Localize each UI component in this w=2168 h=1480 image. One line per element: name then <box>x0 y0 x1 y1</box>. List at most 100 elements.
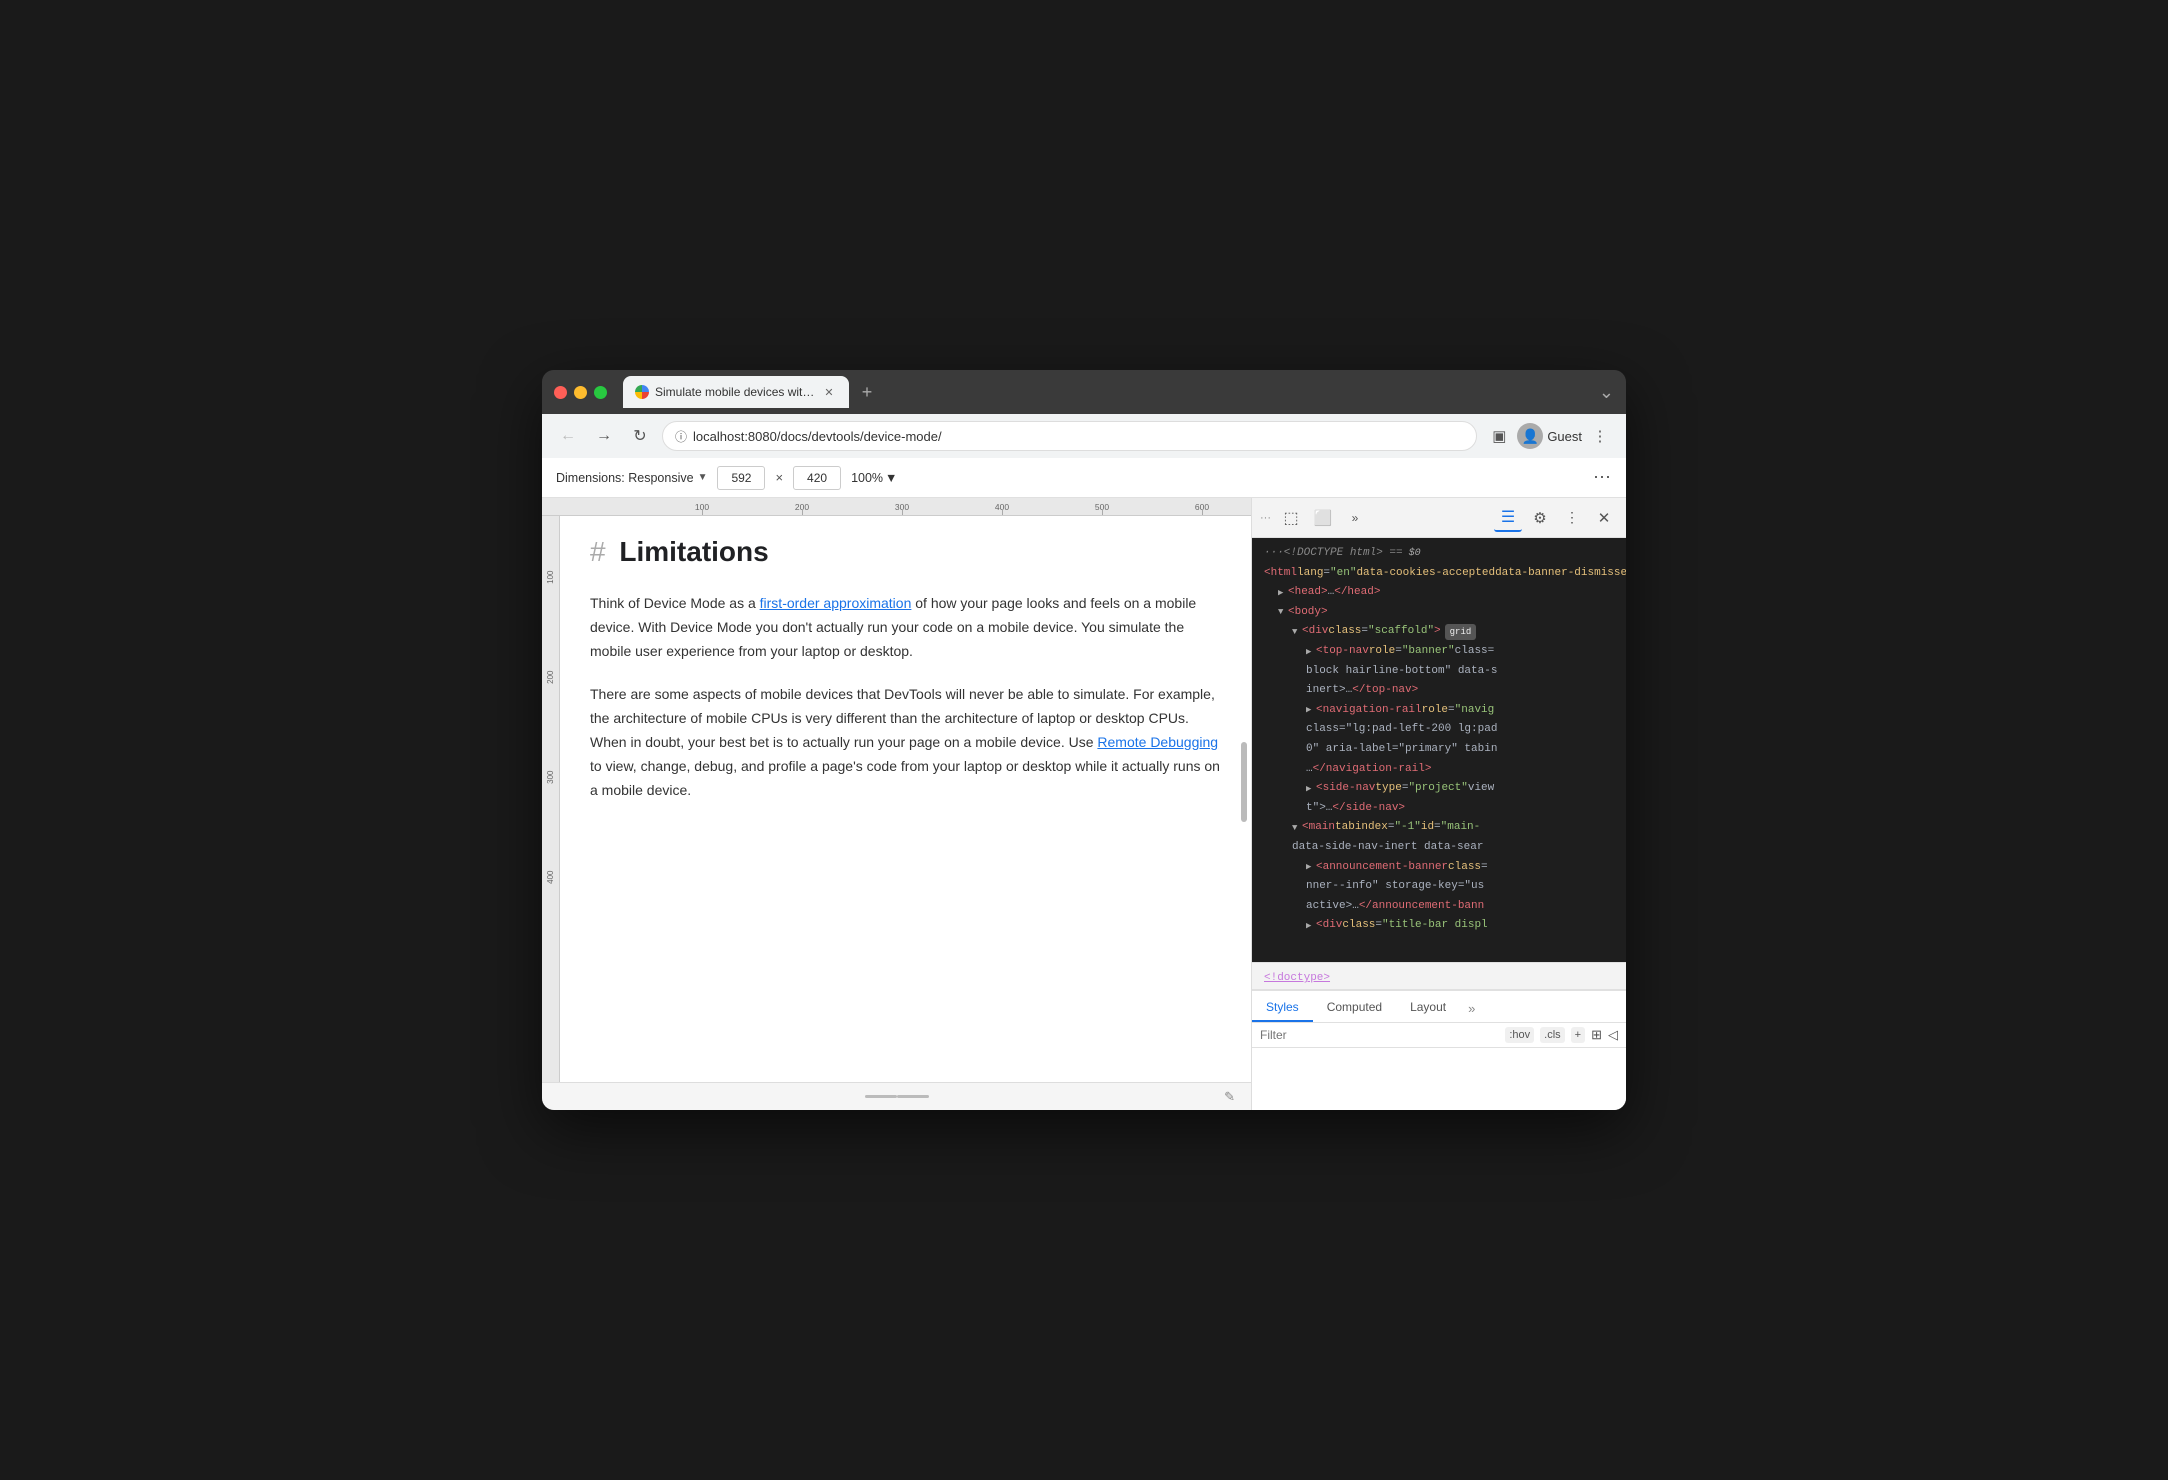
more-panels-button[interactable]: » <box>1341 504 1369 532</box>
ruler-top: 100 200 300 400 500 600 <box>542 498 1251 516</box>
elements-panel-button[interactable]: ☰ <box>1494 504 1522 532</box>
inspect-element-button[interactable]: ⬚ <box>1277 504 1305 532</box>
dimensions-label: Dimensions: Responsive ▼ <box>556 471 707 485</box>
paragraph-2: There are some aspects of mobile devices… <box>590 683 1221 802</box>
device-mode-button[interactable]: ⬜ <box>1309 504 1337 532</box>
user-avatar[interactable]: 👤 <box>1517 423 1543 449</box>
browser-window: Simulate mobile devices with D ✕ + ⌄ ← →… <box>542 370 1626 1110</box>
close-devtools-button[interactable]: ✕ <box>1590 504 1618 532</box>
code-line[interactable]: <div class = "scaffold" > grid <box>1252 622 1626 642</box>
chrome-favicon-icon <box>635 385 649 399</box>
devtools-panel: ··· ⬚ ⬜ » ☰ ⚙ ⋮ ✕ ···<!DOCTYPE html> == … <box>1251 498 1626 1110</box>
filter-icon-2[interactable]: ◁ <box>1608 1027 1618 1043</box>
expand-announcement-arrow[interactable] <box>1306 860 1316 874</box>
dimensions-text: Dimensions: Responsive <box>556 471 694 485</box>
device-toolbar: Dimensions: Responsive ▼ × 100% ▼ ⋯ <box>542 458 1626 498</box>
edit-icon[interactable]: ✎ <box>1224 1089 1235 1105</box>
address-text: localhost:8080/docs/devtools/device-mode… <box>693 429 942 444</box>
filter-plus-button[interactable]: + <box>1571 1027 1585 1043</box>
ruler-tick <box>702 509 703 515</box>
code-line[interactable]: <div class = "title-bar displ <box>1252 916 1626 936</box>
dimension-separator: × <box>775 470 783 485</box>
filter-hov-button[interactable]: :hov <box>1505 1027 1534 1043</box>
resize-handle[interactable] <box>865 1095 897 1098</box>
devtools-dots: ··· <box>1260 512 1271 524</box>
address-bar[interactable]: ⓘ localhost:8080/docs/devtools/device-mo… <box>662 421 1477 451</box>
expand-navrail-arrow[interactable] <box>1306 703 1316 717</box>
nav-right-buttons: ▣ 👤 Guest ⋮ <box>1485 422 1614 450</box>
filter-icon-1[interactable]: ⊞ <box>1591 1027 1602 1043</box>
ruler-mark-300v: 300 <box>546 771 555 784</box>
code-line[interactable]: <side-nav type = "project" view <box>1252 779 1626 799</box>
ruler-left: 100 200 300 400 <box>542 516 560 1082</box>
code-line[interactable]: <main tabindex = "-1" id = "main- <box>1252 818 1626 838</box>
styles-filter-input[interactable] <box>1260 1028 1499 1042</box>
code-line: block hairline-bottom" data-s <box>1252 662 1626 682</box>
code-line[interactable]: <announcement-banner class = <box>1252 858 1626 878</box>
code-line[interactable]: <head> … </head> <box>1252 583 1626 603</box>
page-heading: # Limitations <box>590 536 1221 568</box>
scrollbar-handle[interactable] <box>1241 742 1247 822</box>
filter-cls-button[interactable]: .cls <box>1540 1027 1565 1043</box>
forward-button[interactable]: → <box>590 422 618 450</box>
window-menu-button[interactable]: ⌄ <box>1599 382 1614 403</box>
chrome-menu-button[interactable]: ⋮ <box>1586 422 1614 450</box>
more-tabs-button[interactable]: » <box>1460 995 1483 1022</box>
expand-topnav-arrow[interactable] <box>1306 645 1316 659</box>
resize-handle-2[interactable] <box>897 1095 929 1098</box>
toolbar-more-button[interactable]: ⋯ <box>1593 467 1612 488</box>
code-line[interactable]: <navigation-rail role = "navig <box>1252 701 1626 721</box>
expand-titlebar-arrow[interactable] <box>1306 919 1316 933</box>
sidebar-toggle-button[interactable]: ▣ <box>1485 422 1513 450</box>
code-line[interactable]: <body> <box>1252 603 1626 623</box>
expand-scaffold-arrow[interactable] <box>1292 625 1302 639</box>
ruler-tick <box>902 509 903 515</box>
paragraph-1: Think of Device Mode as a first-order ap… <box>590 592 1221 663</box>
code-line[interactable]: <top-nav role = "banner" class= <box>1252 642 1626 662</box>
remote-debugging-link[interactable]: Remote Debugging <box>1097 734 1218 750</box>
styles-tabs: Styles Computed Layout » <box>1252 991 1626 1023</box>
html-code-area[interactable]: ···<!DOCTYPE html> == $0 <html lang = "e… <box>1252 538 1626 962</box>
ruler-tick <box>1202 509 1203 515</box>
page-content[interactable]: # Limitations Think of Device Mode as a … <box>560 516 1251 1082</box>
height-input[interactable] <box>793 466 841 490</box>
code-line: 0" aria-label="primary" tabin <box>1252 740 1626 760</box>
expand-main-arrow[interactable] <box>1292 821 1302 835</box>
tab-computed[interactable]: Computed <box>1313 994 1396 1022</box>
settings-button[interactable]: ⚙ <box>1526 504 1554 532</box>
zoom-selector[interactable]: 100% ▼ <box>851 471 897 485</box>
more-options-button[interactable]: ⋮ <box>1558 504 1586 532</box>
new-tab-button[interactable]: + <box>853 378 881 406</box>
doctype-label[interactable]: <!doctype> <box>1264 972 1330 984</box>
doctype-row[interactable]: <!doctype> <box>1252 962 1626 990</box>
code-line: class="lg:pad-left-200 lg:pad <box>1252 720 1626 740</box>
active-tab[interactable]: Simulate mobile devices with D ✕ <box>623 376 849 408</box>
code-line: active>… </announcement-bann <box>1252 897 1626 917</box>
ruler-tick <box>1102 509 1103 515</box>
tab-close-button[interactable]: ✕ <box>821 384 837 400</box>
tab-styles[interactable]: Styles <box>1252 994 1313 1022</box>
bottom-bar-inner: ✎ <box>542 1095 1251 1098</box>
expand-head-arrow[interactable] <box>1278 586 1288 600</box>
code-line: … </navigation-rail> <box>1252 760 1626 780</box>
tab-title: Simulate mobile devices with D <box>655 385 815 399</box>
first-order-link[interactable]: first-order approximation <box>760 595 912 611</box>
close-button[interactable] <box>554 386 567 399</box>
code-line: data-side-nav-inert data-sear <box>1252 838 1626 858</box>
width-input[interactable] <box>717 466 765 490</box>
tab-layout[interactable]: Layout <box>1396 994 1460 1022</box>
reload-button[interactable]: ↻ <box>626 422 654 450</box>
bottom-bar: ✎ <box>542 1082 1251 1110</box>
main-area: 100 200 300 400 500 600 <box>542 498 1626 1110</box>
back-button[interactable]: ← <box>554 422 582 450</box>
devtools-toolbar: ··· ⬚ ⬜ » ☰ ⚙ ⋮ ✕ <box>1252 498 1626 538</box>
nav-bar: ← → ↻ ⓘ localhost:8080/docs/devtools/dev… <box>542 414 1626 458</box>
ruler-mark-100v: 100 <box>546 571 555 584</box>
expand-body-arrow[interactable] <box>1278 605 1288 619</box>
maximize-button[interactable] <box>594 386 607 399</box>
expand-sidenav-arrow[interactable] <box>1306 782 1316 796</box>
code-line[interactable]: <html lang = "en" data-cookies- accepted… <box>1252 564 1626 584</box>
ruler-tick <box>1002 509 1003 515</box>
viewport-with-ruler: 100 200 300 400 # Limitations Think of D… <box>542 516 1251 1082</box>
minimize-button[interactable] <box>574 386 587 399</box>
